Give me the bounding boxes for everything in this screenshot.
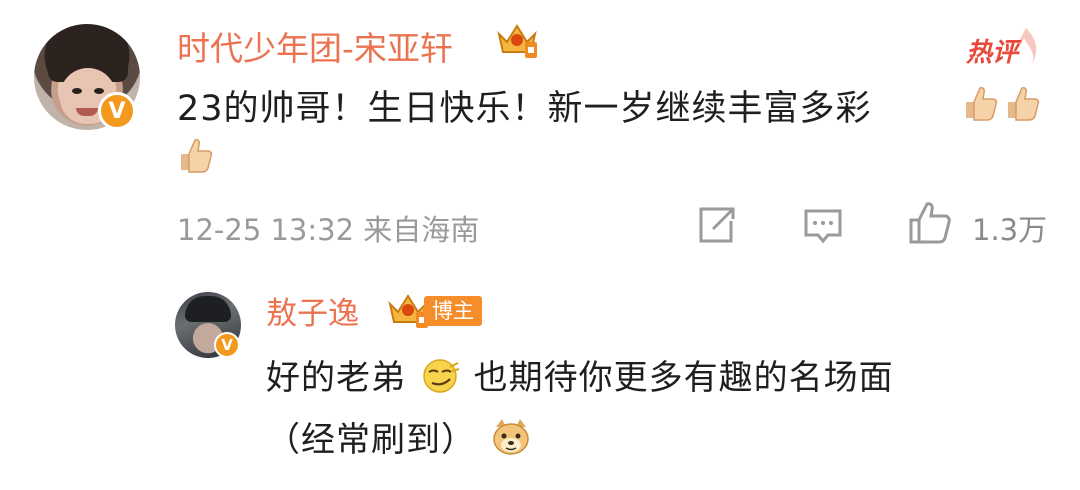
comment-text: 23的帅哥！生日快乐！新一岁继续丰富多彩 [177, 89, 872, 129]
reply-text-paren: （经常刷到） [266, 420, 476, 460]
hot-comment-label: 热评 [966, 38, 1019, 68]
avatar-hair [185, 296, 231, 322]
like-count: 1.3万 [972, 213, 1048, 247]
reply-text: 好的老弟 也期待你更多有趣的名场面 [266, 350, 894, 399]
member-crown-icon [497, 24, 537, 58]
smirk-emoji-icon [423, 359, 460, 393]
comment-icon[interactable] [802, 205, 844, 245]
reply-text-part1: 好的老弟 [266, 358, 406, 398]
verified-badge-icon: V [214, 332, 240, 358]
comment-author-name[interactable]: 时代少年团-宋亚轩 [177, 22, 453, 70]
avatar-eye [72, 88, 82, 94]
reply-text-line2: （经常刷到） [266, 412, 532, 461]
hot-comment-badge: 热评 [966, 24, 1046, 72]
blogger-tag: 博主 [424, 296, 482, 326]
doge-emoji-icon [493, 419, 529, 455]
reply-author-name[interactable]: 敖子逸 [266, 288, 359, 333]
thumbs-up-emoji-icon [1008, 87, 1040, 121]
reply-text-part2: 也期待你更多有趣的名场面 [473, 358, 894, 398]
thumbs-up-emoji-icon [181, 139, 213, 173]
comment-meta: 12-25 13:32 来自海南 [177, 213, 480, 247]
verified-badge-icon: V [98, 92, 136, 130]
share-icon[interactable] [695, 205, 737, 245]
like-icon[interactable] [907, 200, 953, 246]
thumbs-up-emoji-icon [966, 87, 998, 121]
avatar-eye [94, 88, 104, 94]
